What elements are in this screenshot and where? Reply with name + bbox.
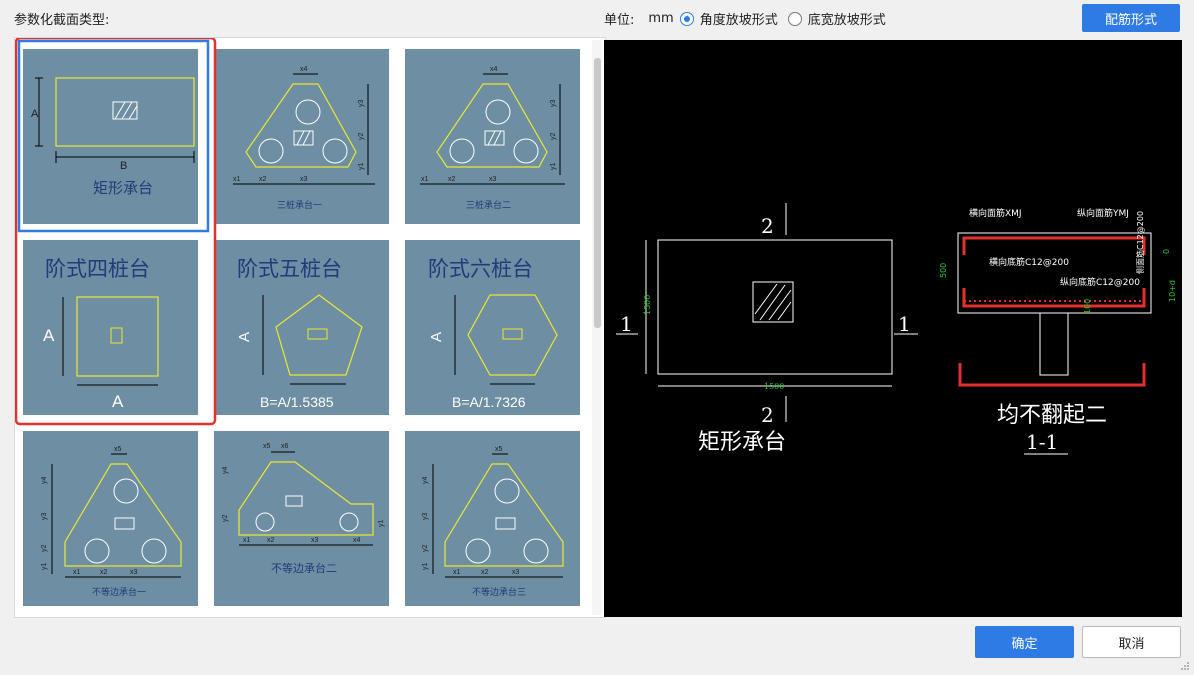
thumb-4p-dim-a: A bbox=[43, 326, 55, 345]
section-preview-canvas: 2 2 1 1 1500 1500 矩形承台 横向面筋XMJ 纵向面筋YMJ 横… bbox=[604, 40, 1182, 617]
thumb-stepped-four-pile[interactable]: 阶式四桩台 A A bbox=[23, 240, 198, 415]
preview-dim-width: 1500 bbox=[764, 382, 784, 391]
thumb-u3-y3: y3 bbox=[422, 513, 429, 521]
thumb-u2-y4: y4 bbox=[222, 467, 229, 475]
preview-label-100: 100 bbox=[1083, 299, 1092, 314]
thumb-u2-y1: y1 bbox=[378, 520, 385, 528]
thumb-u3-x1: x1 bbox=[453, 569, 461, 576]
thumb-3p2-y1: y1 bbox=[550, 163, 557, 171]
thumb-unequal-cap-three[interactable]: x5 y4 y3 y2 y1 x1 x2 x3 不等边承台三 bbox=[405, 431, 580, 606]
radio-width-slope[interactable] bbox=[787, 11, 802, 26]
unit-value: mm bbox=[648, 11, 674, 26]
resize-grip-icon[interactable] bbox=[1180, 661, 1190, 671]
thumb-3p2-x3: x3 bbox=[489, 176, 497, 183]
preview-label-top-bar: 横向面筋XMJ bbox=[969, 207, 1022, 219]
preview-section-mark-top: 2 bbox=[761, 214, 774, 238]
gallery-scrollbar-thumb[interactable] bbox=[594, 58, 601, 328]
thumb-3p2-x2: x2 bbox=[448, 176, 456, 183]
section-type-gallery: A B 矩形承台 x4 y3 y2 y1 x1 x2 x3 三桩承台一 x4 y… bbox=[14, 37, 606, 618]
thumb-rect-dim-a: A bbox=[31, 108, 39, 120]
thumb-u2-x1: x1 bbox=[243, 537, 251, 544]
thumb-3p1-x4: x4 bbox=[300, 66, 308, 73]
preview-section-mark-left: 1 bbox=[620, 312, 633, 336]
thumb-u1-y2: y2 bbox=[41, 545, 48, 553]
thumb-u3-y4: y4 bbox=[422, 477, 429, 485]
preview-dim-height: 1500 bbox=[643, 295, 652, 315]
thumb-unequal-cap-one[interactable]: x5 y4 y3 y2 y1 x1 x2 x3 不等边承台一 bbox=[23, 431, 198, 606]
thumb-u1-x3: x3 bbox=[130, 569, 138, 576]
unit-label: 单位: bbox=[604, 13, 635, 28]
thumb-u3-x3: x3 bbox=[512, 569, 520, 576]
thumb-u2-x4: x4 bbox=[353, 537, 361, 544]
thumb-5p-dim-a: A bbox=[236, 332, 253, 342]
thumb-u2-x5: x5 bbox=[263, 443, 271, 450]
thumb-u3-y1: y1 bbox=[422, 563, 429, 571]
thumb-u1-y4: y4 bbox=[41, 477, 48, 485]
thumb-stepped-five-pile[interactable]: 阶式五桩台 A B=A/1.5385 bbox=[214, 240, 389, 415]
thumb-u2-x3: x3 bbox=[311, 537, 319, 544]
preview-label-height: 500 bbox=[939, 263, 948, 278]
preview-label-long-top: 纵向面筋YMJ bbox=[1077, 207, 1129, 219]
thumb-u1-x1: x1 bbox=[73, 569, 81, 576]
thumb-u1-title: 不等边承台一 bbox=[92, 586, 146, 597]
thumb-rect-dim-b: B bbox=[120, 160, 127, 172]
ok-button[interactable]: 确定 bbox=[975, 626, 1074, 658]
thumb-u1-y1: y1 bbox=[41, 563, 48, 571]
preview-label-0: 0 bbox=[1162, 249, 1171, 254]
thumb-3p1-y3: y3 bbox=[358, 100, 365, 108]
thumb-three-pile-cap-two[interactable]: x4 y3 y2 y1 x1 x2 x3 三桩承台二 bbox=[405, 49, 580, 224]
thumb-stepped-six-pile[interactable]: 阶式六桩台 A B=A/1.7326 bbox=[405, 240, 580, 415]
thumb-u2-y2: y2 bbox=[222, 515, 229, 523]
preview-label-10d: 10+d bbox=[1168, 280, 1177, 302]
thumb-3p1-x1: x1 bbox=[233, 176, 241, 183]
thumb-5p-title: 阶式五桩台 bbox=[237, 258, 342, 281]
thumb-3p1-x3: x3 bbox=[300, 176, 308, 183]
thumb-u2-x2: x2 bbox=[267, 537, 275, 544]
thumb-6p-title: 阶式六桩台 bbox=[428, 258, 533, 281]
preview-label-side: 侧面筋C12@200 bbox=[1135, 211, 1145, 274]
section-type-label: 参数化截面类型: bbox=[14, 13, 110, 28]
thumb-rect-title: 矩形承台 bbox=[93, 180, 153, 197]
rebar-form-button[interactable]: 配筋形式 bbox=[1082, 4, 1180, 32]
thumb-3p1-title: 三桩承台一 bbox=[277, 199, 322, 210]
thumb-u3-x5: x5 bbox=[495, 446, 503, 453]
thumb-u1-x2: x2 bbox=[100, 569, 108, 576]
thumb-4p-dim-a2: A bbox=[112, 392, 124, 411]
thumb-u1-x5: x5 bbox=[114, 446, 122, 453]
thumb-u3-title: 不等边承台三 bbox=[472, 586, 526, 597]
thumb-6p-dim-a: A bbox=[428, 332, 445, 342]
preview-label-bottom-bar: 横向底筋C12@200 bbox=[989, 256, 1069, 268]
thumb-u3-y2: y2 bbox=[422, 545, 429, 553]
preview-plan-title: 矩形承台 bbox=[698, 430, 786, 455]
thumb-3p1-y1: y1 bbox=[358, 163, 365, 171]
thumb-three-pile-cap-one[interactable]: x4 y3 y2 y1 x1 x2 x3 三桩承台一 bbox=[214, 49, 389, 224]
thumb-4p-title: 阶式四桩台 bbox=[45, 258, 150, 281]
preview-section-mark-right: 1 bbox=[898, 312, 911, 336]
thumb-6p-formula: B=A/1.7326 bbox=[452, 394, 526, 410]
preview-section-caption: 均不翻起二 bbox=[997, 403, 1107, 428]
thumb-3p1-x2: x2 bbox=[259, 176, 267, 183]
thumb-rect-cap[interactable]: A B 矩形承台 bbox=[23, 49, 198, 224]
thumb-u2-title: 不等边承台二 bbox=[271, 561, 337, 575]
radio-angle-slope-label[interactable]: 角度放坡形式 bbox=[700, 9, 778, 28]
thumb-u1-y3: y3 bbox=[41, 513, 48, 521]
thumb-3p2-y3: y3 bbox=[550, 100, 557, 108]
thumb-u2-x6: x6 bbox=[281, 443, 289, 450]
cancel-button[interactable]: 取消 bbox=[1082, 626, 1181, 658]
preview-label-long-bottom: 纵向底筋C12@200 bbox=[1060, 276, 1140, 288]
unit-bar: 单位: mm 角度放坡形式 底宽放坡形式 bbox=[604, 9, 886, 28]
thumb-3p2-y2: y2 bbox=[550, 133, 557, 141]
thumb-5p-formula: B=A/1.5385 bbox=[260, 394, 334, 410]
preview-section-name: 1-1 bbox=[1026, 430, 1058, 454]
radio-angle-slope[interactable] bbox=[679, 11, 694, 26]
thumb-3p1-y2: y2 bbox=[358, 133, 365, 141]
thumb-3p2-title: 三桩承台二 bbox=[466, 199, 511, 210]
thumb-3p2-x1: x1 bbox=[421, 176, 429, 183]
thumb-3p2-x4: x4 bbox=[490, 66, 498, 73]
radio-width-slope-label[interactable]: 底宽放坡形式 bbox=[808, 9, 886, 28]
preview-section-mark-bottom: 2 bbox=[761, 403, 774, 427]
thumb-unequal-cap-two[interactable]: x5 x6 y4 y2 y1 x1 x2 x3 x4 不等边承台二 bbox=[214, 431, 389, 606]
thumb-u3-x2: x2 bbox=[481, 569, 489, 576]
